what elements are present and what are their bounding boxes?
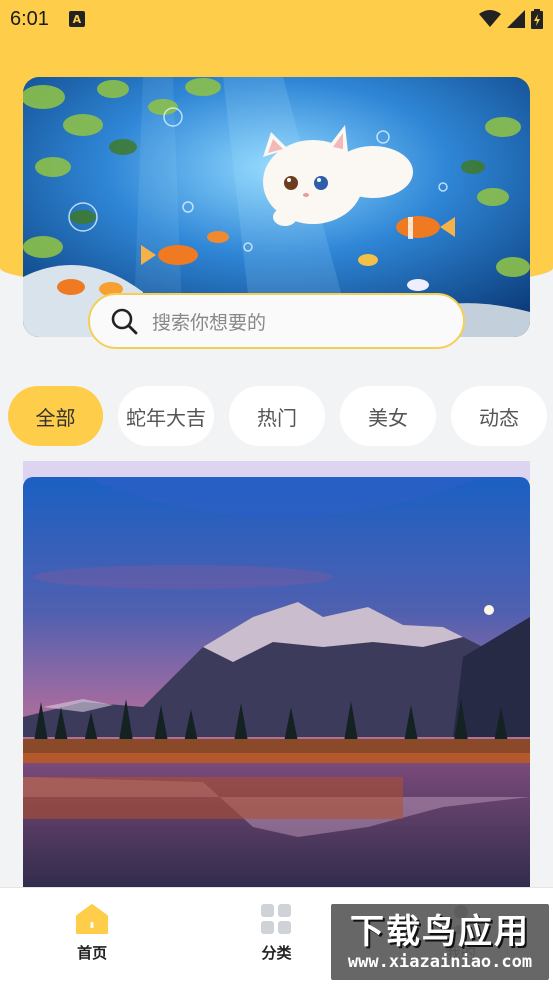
- watermark-url: www.xiazainiao.com: [347, 952, 533, 972]
- tab-snake-year[interactable]: 蛇年大吉: [118, 386, 214, 446]
- tab-beauty[interactable]: 美女: [340, 386, 436, 446]
- search-input[interactable]: 搜索你想要的: [88, 293, 465, 349]
- watermark: 下载鸟应用 www.xiazainiao.com: [331, 904, 549, 980]
- nav-home-label: 首页: [77, 944, 108, 962]
- tab-all[interactable]: 全部: [8, 386, 103, 446]
- wifi-icon: [479, 10, 501, 27]
- notification-a-icon: A: [68, 11, 85, 27]
- status-indicators: [479, 9, 543, 29]
- search-icon: [111, 308, 138, 335]
- grid-icon: [261, 904, 292, 934]
- signal-icon: [507, 10, 525, 28]
- wallpaper-card[interactable]: [23, 477, 530, 897]
- category-tabs: 全部 蛇年大吉 热门 美女 动态: [8, 386, 553, 446]
- battery-icon: [531, 9, 543, 29]
- nav-category-label: 分类: [261, 944, 292, 962]
- search-placeholder: 搜索你想要的: [152, 311, 267, 334]
- tab-dynamic[interactable]: 动态: [451, 386, 547, 446]
- watermark-title: 下载鸟应用: [350, 912, 530, 952]
- status-bar: 6:01 A: [0, 0, 553, 38]
- home-icon: [76, 904, 109, 934]
- tab-popular[interactable]: 热门: [229, 386, 325, 446]
- nav-home[interactable]: 首页: [0, 888, 184, 984]
- status-time: 6:01: [10, 7, 49, 30]
